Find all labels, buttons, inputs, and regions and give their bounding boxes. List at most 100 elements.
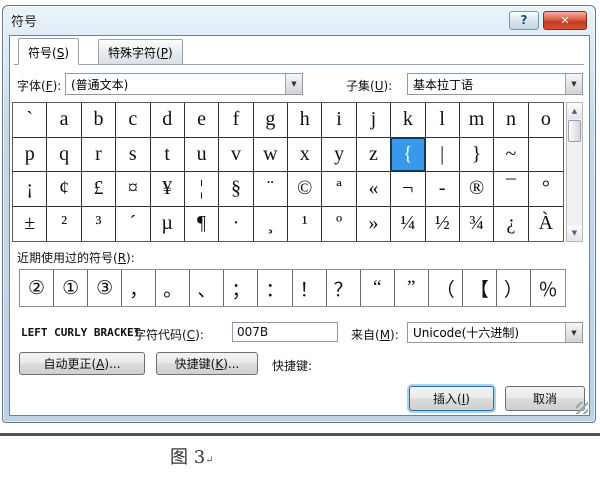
symbol-cell[interactable]: º bbox=[322, 206, 357, 241]
recent-symbol-cell[interactable]: ！ bbox=[293, 270, 327, 306]
recent-symbol-cell[interactable]: 【 bbox=[463, 270, 497, 306]
help-button[interactable]: ? bbox=[509, 11, 539, 30]
symbol-cell[interactable]: f bbox=[219, 103, 254, 138]
symbol-cell[interactable]: d bbox=[150, 103, 185, 138]
symbol-cell[interactable]: © bbox=[288, 172, 323, 207]
symbol-grid-scrollbar[interactable]: ▲ ▼ bbox=[566, 102, 583, 242]
symbol-cell[interactable]: n bbox=[494, 103, 529, 138]
recent-symbol-cell[interactable]: “ bbox=[361, 270, 395, 306]
recent-symbol-cell[interactable]: ； bbox=[224, 270, 259, 306]
symbol-cell[interactable]: ¦ bbox=[184, 172, 220, 207]
symbol-cell[interactable]: m bbox=[459, 103, 495, 138]
symbol-cell[interactable]: a bbox=[47, 103, 82, 138]
recent-symbol-cell[interactable]: ） bbox=[497, 270, 531, 306]
symbol-cell[interactable]: ³ bbox=[82, 206, 117, 241]
chevron-down-icon[interactable]: ▼ bbox=[285, 74, 302, 94]
scrollbar-thumb[interactable] bbox=[568, 120, 581, 142]
tab-symbols[interactable]: 符号(S) bbox=[18, 38, 79, 65]
resize-grip-icon[interactable] bbox=[576, 402, 588, 414]
tab-special-characters[interactable]: 特殊字符(P) bbox=[98, 39, 183, 65]
symbol-cell[interactable]: ¶ bbox=[185, 206, 220, 241]
symbol-cell[interactable]: z bbox=[356, 137, 392, 172]
recent-symbol-cell[interactable]: ② bbox=[20, 270, 55, 306]
symbol-cell[interactable]: o bbox=[528, 103, 563, 138]
symbol-cell[interactable]: i bbox=[322, 103, 357, 138]
recent-symbol-cell[interactable]: ？ bbox=[327, 270, 361, 306]
symbol-cell[interactable]: ¡ bbox=[13, 172, 48, 207]
cancel-button[interactable]: 取消 bbox=[505, 386, 585, 411]
symbol-cell[interactable]: ® bbox=[459, 172, 495, 207]
titlebar[interactable]: 符号 ? ✕ bbox=[3, 6, 595, 35]
symbol-cell[interactable]: l bbox=[425, 103, 460, 138]
recent-symbol-cell[interactable]: ： bbox=[258, 270, 293, 306]
symbol-cell[interactable]: ¨ bbox=[253, 172, 288, 207]
symbol-cell[interactable]: { bbox=[391, 137, 426, 172]
symbol-cell[interactable]: ° bbox=[528, 172, 563, 207]
symbol-cell[interactable]: u bbox=[184, 137, 220, 172]
symbol-cell[interactable]: ± bbox=[13, 206, 48, 241]
symbol-cell[interactable]: c bbox=[116, 103, 151, 138]
insert-button[interactable]: 插入(I) bbox=[409, 386, 494, 411]
symbol-cell[interactable]: ~ bbox=[494, 137, 529, 172]
symbol-cell[interactable]: j bbox=[356, 103, 392, 138]
symbol-cell[interactable]: ¿ bbox=[494, 206, 529, 241]
symbol-cell[interactable]: ` bbox=[13, 103, 48, 138]
symbol-cell[interactable]: ¤ bbox=[116, 172, 151, 207]
symbol-cell[interactable]: ¾ bbox=[460, 206, 495, 241]
chevron-down-icon[interactable]: ▼ bbox=[565, 323, 582, 342]
recent-symbol-cell[interactable]: ① bbox=[54, 270, 89, 306]
symbol-cell[interactable]: ¥ bbox=[150, 172, 185, 207]
symbol-cell[interactable]: v bbox=[219, 137, 254, 172]
symbol-cell[interactable]: ´ bbox=[116, 206, 151, 241]
recent-symbol-cell[interactable]: ③ bbox=[88, 270, 123, 306]
symbol-cell[interactable]: ¢ bbox=[47, 172, 82, 207]
recent-symbol-cell[interactable]: （ bbox=[429, 270, 463, 306]
symbol-cell[interactable]: y bbox=[322, 137, 357, 172]
symbol-cell[interactable]: ª bbox=[322, 172, 357, 207]
chevron-down-icon[interactable]: ▼ bbox=[565, 74, 582, 94]
symbol-cell[interactable]: q bbox=[47, 137, 82, 172]
symbol-cell[interactable]: r bbox=[81, 137, 117, 172]
symbol-cell[interactable]: b bbox=[81, 103, 117, 138]
symbol-cell[interactable]: x bbox=[288, 137, 323, 172]
symbol-cell[interactable] bbox=[528, 138, 563, 172]
recent-symbol-cell[interactable]: ” bbox=[395, 270, 429, 306]
subset-combobox[interactable]: 基本拉丁语 ▼ bbox=[407, 73, 583, 95]
symbol-cell[interactable]: ½ bbox=[426, 206, 460, 241]
autocorrect-button[interactable]: 自动更正(A)... bbox=[19, 352, 145, 375]
symbol-cell[interactable]: § bbox=[219, 172, 254, 207]
symbol-cell[interactable]: k bbox=[391, 103, 426, 138]
symbol-cell[interactable]: « bbox=[356, 172, 392, 207]
symbol-cell[interactable]: - bbox=[425, 172, 460, 207]
recent-symbol-cell[interactable]: 、 bbox=[190, 270, 225, 306]
font-combobox[interactable]: (普通文本) ▼ bbox=[65, 73, 303, 95]
symbol-cell[interactable]: ¬ bbox=[391, 172, 426, 207]
symbol-cell[interactable]: £ bbox=[81, 172, 117, 207]
symbol-cell[interactable]: · bbox=[219, 206, 254, 241]
symbol-cell[interactable]: } bbox=[459, 137, 495, 172]
recent-symbol-cell[interactable]: 。 bbox=[156, 270, 191, 306]
scroll-down-icon[interactable]: ▼ bbox=[567, 225, 582, 241]
symbol-cell[interactable]: µ bbox=[151, 206, 185, 241]
symbol-cell[interactable]: | bbox=[425, 137, 460, 172]
symbol-cell[interactable]: ¹ bbox=[288, 206, 323, 241]
symbol-cell[interactable]: p bbox=[13, 137, 48, 172]
scroll-up-icon[interactable]: ▲ bbox=[567, 103, 582, 119]
symbol-cell[interactable]: ¯ bbox=[494, 172, 529, 207]
from-combobox[interactable]: Unicode(十六进制) ▼ bbox=[407, 322, 583, 343]
symbol-cell[interactable]: e bbox=[184, 103, 220, 138]
symbol-cell[interactable]: ¼ bbox=[391, 206, 426, 241]
symbol-cell[interactable]: » bbox=[357, 206, 392, 241]
shortcut-key-button[interactable]: 快捷键(K)... bbox=[156, 352, 258, 375]
symbol-cell[interactable]: h bbox=[288, 103, 323, 138]
char-code-input[interactable] bbox=[232, 322, 338, 342]
symbol-cell[interactable]: t bbox=[150, 137, 185, 172]
symbol-cell[interactable]: w bbox=[253, 137, 288, 172]
recent-symbol-cell[interactable]: ， bbox=[122, 270, 157, 306]
symbol-cell[interactable]: g bbox=[253, 103, 288, 138]
close-button[interactable]: ✕ bbox=[543, 11, 587, 30]
symbol-cell[interactable]: s bbox=[116, 137, 151, 172]
symbol-cell[interactable]: ² bbox=[47, 206, 82, 241]
symbol-cell[interactable]: ¸ bbox=[254, 206, 288, 241]
symbol-cell[interactable]: À bbox=[529, 207, 563, 242]
